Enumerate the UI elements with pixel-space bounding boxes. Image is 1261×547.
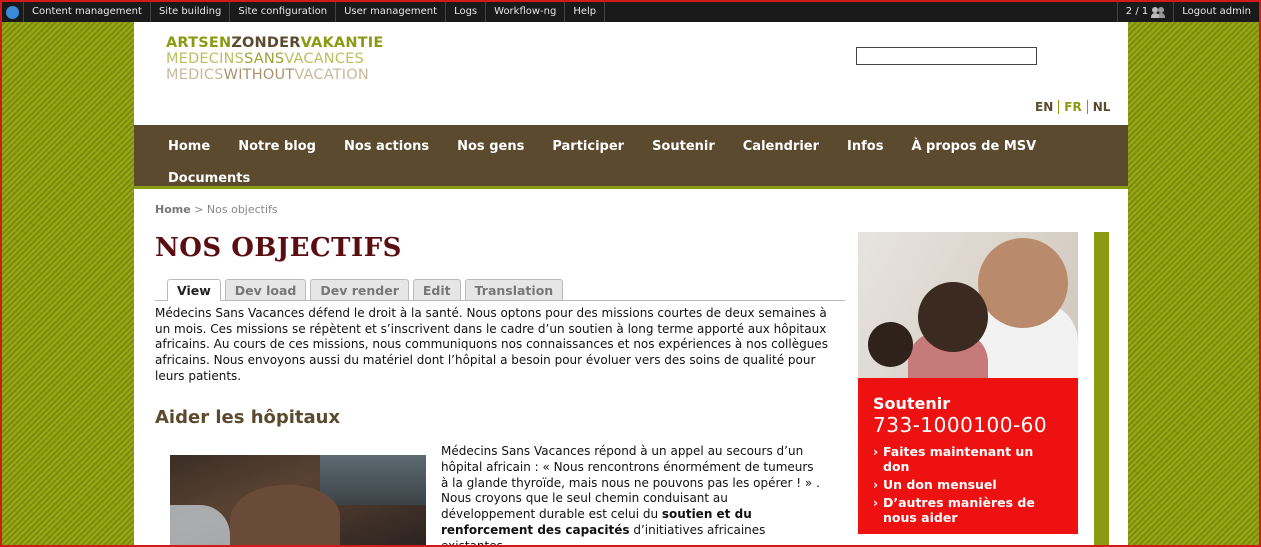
nav-divider xyxy=(134,192,1128,194)
nav-item-soutenir[interactable]: Soutenir xyxy=(638,131,729,163)
admin-right: 2 / 1 Logout admin xyxy=(1116,2,1259,22)
page-container: ARTSENZONDERVAKANTIE MEDECINSSANSVACANCE… xyxy=(134,22,1128,547)
admin-menu-content-management[interactable]: Content management xyxy=(24,2,151,22)
doctor-child-photo xyxy=(858,232,1078,378)
surgery-photo xyxy=(170,455,426,547)
tab-translation[interactable]: Translation xyxy=(464,279,564,300)
local-tabs: View Dev load Dev render Edit Translatio… xyxy=(155,279,845,301)
nav-item-notre-blog[interactable]: Notre blog xyxy=(224,131,330,163)
drupal-logo-icon[interactable] xyxy=(2,2,24,22)
nav-item-nos-gens[interactable]: Nos gens xyxy=(443,131,538,163)
donate-link-monthly[interactable]: › Un don mensuel xyxy=(873,477,1063,492)
donate-links: › Faites maintenant un don › Un don mensue… xyxy=(873,444,1063,525)
donate-link-now[interactable]: › Faites maintenant un don xyxy=(873,444,1063,474)
site-logo[interactable]: ARTSENZONDERVAKANTIE MEDECINSSANSVACANCE… xyxy=(166,35,383,83)
main-navigation: Home Notre blog Nos actions Nos gens Par… xyxy=(134,125,1128,189)
admin-toolbar: Content management Site building Site co… xyxy=(2,2,1259,22)
breadcrumb-current: Nos objectifs xyxy=(206,203,278,216)
chevron-right-icon: › xyxy=(873,495,879,510)
language-switcher: EN FR NL xyxy=(1030,100,1115,114)
intro-paragraph: Médecins Sans Vacances défend le droit à… xyxy=(155,306,828,383)
admin-menu-help[interactable]: Help xyxy=(565,2,606,22)
donate-account-number: 733-1000100-60 xyxy=(873,413,1048,437)
section-title: Aider les hôpitaux xyxy=(155,407,341,428)
users-online-count: 2 / 1 xyxy=(1125,6,1149,17)
logout-link[interactable]: Logout admin xyxy=(1173,2,1259,22)
body-text-1: Médecins Sans Vacances répond à un appel… xyxy=(441,444,820,522)
search-input[interactable] xyxy=(856,47,1037,65)
users-icon xyxy=(1151,6,1165,18)
nav-item-a-propos[interactable]: À propos de MSV xyxy=(897,131,1050,163)
language-nl[interactable]: NL xyxy=(1086,100,1116,114)
chevron-right-icon: › xyxy=(873,444,879,459)
admin-menu-user-management[interactable]: User management xyxy=(336,2,447,22)
logo-line-dutch: ARTSENZONDERVAKANTIE xyxy=(166,35,384,51)
logo-line-english: MEDICSWITHOUTVACATION xyxy=(166,67,369,83)
admin-menu-site-building[interactable]: Site building xyxy=(151,2,231,22)
breadcrumb-separator: > xyxy=(194,203,204,216)
admin-menu-site-configuration[interactable]: Site configuration xyxy=(230,2,337,22)
tab-dev-render[interactable]: Dev render xyxy=(310,279,409,300)
nav-item-infos[interactable]: Infos xyxy=(833,131,897,163)
chevron-right-icon: › xyxy=(873,477,879,492)
donate-link-other[interactable]: › D’autres manières de nous aider xyxy=(873,495,1063,525)
breadcrumb-home[interactable]: Home xyxy=(155,203,191,216)
nav-item-home[interactable]: Home xyxy=(154,131,224,163)
page-title: NOS OBJECTIFS xyxy=(155,233,402,263)
donate-title: Soutenir xyxy=(873,394,951,413)
nav-item-nos-actions[interactable]: Nos actions xyxy=(330,131,443,163)
breadcrumb: Home > Nos objectifs xyxy=(155,203,278,216)
users-online[interactable]: 2 / 1 xyxy=(1116,2,1173,22)
admin-menu-workflow-ng[interactable]: Workflow-ng xyxy=(486,2,566,22)
admin-menu-logs[interactable]: Logs xyxy=(446,2,487,22)
admin-menu: Content management Site building Site co… xyxy=(24,2,606,22)
language-fr[interactable]: FR xyxy=(1058,100,1086,114)
body-paragraph: Médecins Sans Vacances répond à un appel… xyxy=(441,444,823,547)
donate-block: Soutenir 733-1000100-60 › Faites maintena… xyxy=(858,378,1078,534)
nav-item-calendrier[interactable]: Calendrier xyxy=(729,131,833,163)
tab-view[interactable]: View xyxy=(167,279,221,301)
nav-item-participer[interactable]: Participer xyxy=(538,131,638,163)
language-en[interactable]: EN xyxy=(1030,100,1058,114)
nav-item-documents[interactable]: Documents xyxy=(154,163,264,195)
sidebar-accent-bar xyxy=(1094,232,1109,547)
tab-dev-load[interactable]: Dev load xyxy=(224,279,307,300)
logo-line-french: MEDECINSSANSVACANCES xyxy=(166,51,364,67)
tab-edit[interactable]: Edit xyxy=(412,279,461,300)
